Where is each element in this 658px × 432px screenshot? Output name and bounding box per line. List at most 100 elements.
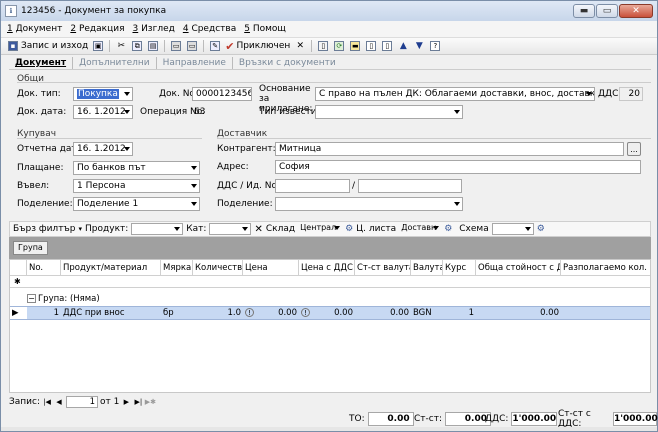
col-quantity[interactable]: Количество [193,260,243,276]
pricelist-select[interactable]: Доставн [399,223,441,235]
group-row-label: Група: (Няма) [38,294,100,304]
prev-record-button[interactable]: ◀ [54,397,64,407]
new-page-button[interactable]: ▯ [364,39,378,53]
save-all-button[interactable]: ▣ [91,39,105,53]
grid-header: No. Продукт/материал Мярка Количество Це… [10,260,650,276]
col-unit[interactable]: Мярка [161,260,193,276]
supplier-division-select[interactable] [275,197,463,211]
current-record-input[interactable]: 1 [66,396,98,408]
refresh-button[interactable]: ⟳ [332,39,346,53]
contractor-field[interactable]: Митница [275,142,624,156]
money-button[interactable]: ▬ [348,39,362,53]
copy-button[interactable]: ⧉ [130,39,144,53]
tab-direction[interactable]: Направление [157,57,233,69]
cell-rate[interactable]: 1 [443,307,476,319]
scheme-select[interactable] [491,223,534,235]
warehouse-settings-icon[interactable]: ⚙ [345,224,353,234]
row-indicator: ▶ [10,307,27,319]
cell-price-vat[interactable]: ! 0.00 [299,307,355,319]
supplier-divider [217,138,651,139]
menu-document[interactable]: 1 Документ [7,24,62,34]
col-price[interactable]: Цена [243,260,299,276]
buyer-division-select[interactable]: Поделение 1 [73,197,200,211]
new-record-button[interactable]: ▶✱ [145,397,156,407]
contractor-browse-button[interactable]: ... [627,142,641,156]
info-icon[interactable]: ! [245,308,254,317]
warehouse-select[interactable]: Централ [298,223,342,235]
col-no[interactable]: No. [27,260,61,276]
menu-help[interactable]: 5 Помощ [244,24,286,34]
col-cost-currency[interactable]: Ст-ст валута [355,260,411,276]
doc-type-select[interactable]: Покупка [73,87,133,101]
cell-unit[interactable]: бр [161,307,193,319]
maximize-button[interactable]: ▭ [596,4,618,18]
id-number-field[interactable] [358,179,462,193]
entered-by-select[interactable]: 1 Персона [73,179,200,193]
doc-no-field[interactable]: 0000123456 [192,87,252,101]
cell-cost-currency[interactable]: 0.00 [355,307,411,319]
print-button[interactable]: ▭ [169,39,183,53]
attach-button[interactable]: ▯ [316,39,330,53]
cell-no: 1 [53,308,59,318]
new-row[interactable]: ✱ [10,276,650,288]
save-and-exit-button[interactable]: ▪ Запис и изход [7,39,89,53]
confirm-button[interactable]: ✔ Приключен [224,39,291,53]
buyer-divider [17,138,202,139]
col-price-vat[interactable]: Цена с ДДС [299,260,355,276]
menu-edit[interactable]: 2 Редакция [70,24,124,34]
vat-number-field[interactable] [275,179,350,193]
printer-icon: ▭ [171,41,182,51]
table-row[interactable]: ▶ 1 ДДС при внос бр 1.0 ! 0.00 ! 0.00 0.… [10,306,650,320]
tab-additional[interactable]: Допълнителни [73,57,157,69]
clear-filter-icon[interactable]: ✕ [254,224,262,235]
pricelist-settings-icon[interactable]: ⚙ [444,224,452,234]
last-record-button[interactable]: ▶| [133,397,143,407]
close-button[interactable]: ✕ [619,4,653,18]
info-icon[interactable]: ! [301,308,310,317]
first-record-button[interactable]: |◀ [42,397,52,407]
help-button[interactable]: ? [428,39,442,53]
category-filter-select[interactable] [209,223,252,235]
doc-date-picker[interactable]: 16. 1.2012 [73,105,133,119]
toolbar-separator [203,40,205,52]
col-rate[interactable]: Курс [443,260,476,276]
record-count: от 1 [100,397,120,407]
scheme-settings-icon[interactable]: ⚙ [537,224,545,234]
cell-currency[interactable]: BGN [411,307,443,319]
address-field[interactable]: София [275,160,641,174]
group-row[interactable]: − Група: (Няма) [10,293,650,305]
print-preview-button[interactable]: ▭ [185,39,199,53]
notice-type-select[interactable] [315,105,463,119]
cancel-button[interactable]: ✕ [293,39,307,53]
move-down-button[interactable]: ▼ [412,39,426,53]
reason-select[interactable]: С право на пълен ДК: Облагаеми доставки,… [315,87,595,101]
cost-vat-label: Ст-ст с ДДС: [558,409,591,429]
tab-document[interactable]: Документ [9,57,74,69]
collapse-icon[interactable]: − [27,294,36,303]
cell-product[interactable]: ДДС при внос [61,307,161,319]
report-date-picker[interactable]: 16. 1.2012 [73,142,133,156]
product-filter-select[interactable] [131,223,184,235]
group-by-chip[interactable]: Група [13,241,48,255]
paste-button[interactable]: ▤ [146,39,160,53]
tab-document-links[interactable]: Връзки с документи [233,57,342,69]
minimize-button[interactable]: ▬ [573,4,595,18]
col-available[interactable]: Разполагаемо кол. [561,260,650,276]
cell-total-vat[interactable]: 0.00 [476,307,561,319]
payment-select[interactable]: По банков път [73,161,200,175]
menu-view[interactable]: 3 Изглед [132,24,174,34]
quick-filter-dropdown-icon[interactable]: ▾ [79,225,83,233]
cell-quantity[interactable]: 1.0 [193,307,243,319]
menu-tools[interactable]: 4 Средства [183,24,236,34]
next-record-button[interactable]: ▶ [121,397,131,407]
cell-price[interactable]: ! 0.00 [243,307,299,319]
move-up-button[interactable]: ▲ [396,39,410,53]
col-currency[interactable]: Валута [411,260,443,276]
new-page-icon: ▯ [366,41,377,51]
cut-button[interactable]: ✂ [114,39,128,53]
new-copy-button[interactable]: ▯ [380,39,394,53]
window-title: 123456 - Документ за покупка [21,6,167,16]
col-product[interactable]: Продукт/материал [61,260,161,276]
edit-document-button[interactable]: ✎ [208,39,222,53]
col-total-vat[interactable]: Обща стойност с ДДС [476,260,561,276]
